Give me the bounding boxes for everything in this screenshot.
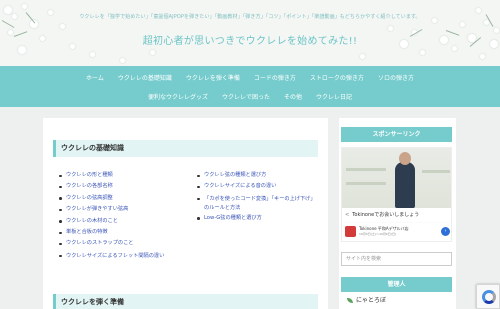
ad-person-head	[399, 152, 411, 165]
ad-caption[interactable]: < Tokinoneでお会いしましょう	[342, 208, 451, 222]
link-fret-spacing[interactable]: ウクレレサイズによるフレット間隔の違い	[59, 252, 187, 261]
link-string-types[interactable]: ウクレレ弦の種類と選び方	[197, 170, 319, 181]
profile-name: にゃとろぼ	[356, 297, 387, 304]
link-low-g-strings[interactable]: Low-G弦の種類と選び方	[197, 213, 319, 224]
ad-footer[interactable]: Tokinone 平和Aデザルバ店 10月5日(土)〜10月6日(日) ›	[342, 223, 451, 241]
nav-item-home[interactable]: ホーム	[79, 73, 111, 82]
flower-decoration	[388, 26, 393, 31]
link-solid-vs-laminate[interactable]: 単板と合板の特徴	[59, 227, 187, 238]
flower-decoration	[150, 50, 155, 55]
link-wood[interactable]: ウクレレの木材のこと	[59, 216, 187, 227]
basics-links-left: ウクレレの形と種類 ウクレレの各部名称 ウクレレの弦高調整 ウクレレが弾きやすい…	[59, 170, 187, 261]
flower-decoration	[120, 58, 125, 63]
leaf-icon	[347, 298, 353, 303]
link-shapes-types[interactable]: ウクレレの形と種類	[59, 170, 187, 181]
link-part-names[interactable]: ウクレレの各部名称	[59, 181, 187, 192]
ad-photo[interactable]	[342, 148, 451, 208]
site-search-input[interactable]	[341, 252, 452, 266]
nav-row-1: ホーム ウクレレの基礎知識 ウクレレを弾く準備 コードの弾き方 ストロークの弾き…	[0, 68, 500, 87]
flower-decoration	[22, 4, 27, 9]
admin-heading: 管理人	[341, 277, 452, 292]
ad-brand-logo-icon	[345, 226, 356, 237]
flower-decoration	[18, 46, 26, 54]
nav-item-preparation[interactable]: ウクレレを弾く準備	[179, 73, 247, 82]
flower-decoration	[460, 22, 465, 27]
site-header: ウクレレを「独学で始めたい」「童謡個AJPOPを弾きたい」「動画教材」「弾き方」…	[0, 0, 500, 66]
flower-decoration	[60, 24, 65, 29]
sponsored-ad[interactable]: < Tokinoneでお会いしましょう Tokinone 平和Aデザルバ店 10月…	[341, 147, 452, 242]
site-title[interactable]: 超初心者が思いつきでウクレレを始めてみた!!	[0, 32, 500, 47]
flower-decoration	[90, 52, 95, 57]
nav-item-goods[interactable]: 便利なウクレレグッズ	[141, 92, 215, 101]
link-easy-string-height[interactable]: ウクレレが弾きやすい弦高	[59, 204, 187, 215]
stem-decoration	[1, 20, 15, 28]
flower-decoration	[360, 54, 365, 59]
ad-caption-text: Tokinoneでお会いしましょう	[352, 212, 420, 218]
basics-links-right: ウクレレ弦の種類と選び方 ウクレレサイズによる音の違い 「カポを使ったコード変換…	[197, 170, 319, 224]
ad-back-arrow-icon[interactable]: <	[345, 212, 349, 218]
nav-item-basics[interactable]: ウクレレの基礎知識	[111, 73, 179, 82]
nav-item-troubles[interactable]: ウクレレで困った	[215, 92, 277, 101]
nav-item-chords[interactable]: コードの弾き方	[247, 73, 303, 82]
link-capo-key-change[interactable]: 「カポを使ったコード変換」「キーの上げ下げ」のルールと方法	[197, 195, 319, 213]
ad-person-figure	[395, 162, 415, 208]
link-size-sound[interactable]: ウクレレサイズによる音の違い	[197, 181, 319, 192]
link-strap[interactable]: ウクレレのストラップのこと	[59, 238, 187, 249]
flower-decoration	[420, 50, 425, 55]
global-nav: ホーム ウクレレの基礎知識 ウクレレを弾く準備 コードの弾き方 ストロークの弾き…	[0, 66, 500, 107]
ad-shelf	[422, 170, 450, 173]
nav-item-diary[interactable]: ウクレレ日記	[309, 92, 359, 101]
profile: にゃとろぼ	[347, 295, 386, 304]
link-string-height-adjust[interactable]: ウクレレの弦高調整	[59, 193, 187, 204]
flower-decoration	[480, 54, 485, 59]
recaptcha-badge[interactable]	[476, 284, 500, 309]
ad-go-button[interactable]: ›	[441, 227, 450, 236]
ad-dates: 10月5日(土)〜10月6日(日)	[359, 232, 397, 236]
section-title-preparation: ウクレレを弾く準備	[53, 294, 318, 309]
main-content: ウクレレの基礎知識 ウクレレの形と種類 ウクレレの各部名称 ウクレレの弦高調整 …	[43, 118, 328, 309]
site-tagline: ウクレレを「独学で始めたい」「童謡個AJPOPを弾きたい」「動画教材」「弾き方」…	[79, 14, 421, 20]
recaptcha-icon	[482, 290, 496, 304]
nav-row-2: 便利なウクレレグッズ ウクレレで困った その他 ウクレレ日記	[0, 87, 500, 106]
ad-shelf	[346, 168, 386, 171]
nav-item-strokes[interactable]: ストロークの弾き方	[303, 73, 371, 82]
sidebar: スポンサーリンク < Tokinoneでお会いしましょう Tokinone 平和A…	[339, 118, 456, 309]
sponsor-heading: スポンサーリンク	[341, 127, 452, 142]
ad-shelf	[346, 182, 386, 185]
nav-item-other[interactable]: その他	[277, 92, 309, 101]
section-title-basics: ウクレレの基礎知識	[53, 140, 318, 157]
nav-item-solo[interactable]: ソロの弾き方	[371, 73, 421, 82]
